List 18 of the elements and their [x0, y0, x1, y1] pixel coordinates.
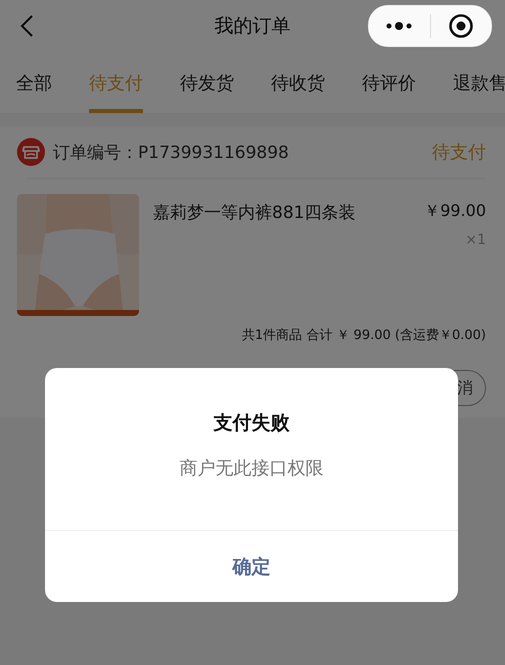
- tab[interactable]: 待评价: [362, 52, 416, 113]
- shop-icon: [17, 138, 45, 166]
- more-icon: [384, 21, 414, 31]
- tab[interactable]: 待发货: [180, 52, 234, 113]
- back-button[interactable]: [20, 14, 34, 38]
- page-title: 我的订单: [214, 14, 292, 39]
- tab[interactable]: 全部: [16, 52, 52, 113]
- dialog-title: 支付失败: [214, 411, 290, 436]
- confirm-button[interactable]: 确定: [45, 530, 458, 602]
- dialog-message: 商户无此接口权限: [180, 457, 324, 480]
- target-icon: [448, 13, 474, 39]
- order-status: 待支付: [432, 141, 486, 164]
- tab[interactable]: 退款售: [453, 52, 505, 113]
- order-number: 订单编号：P1739931169898: [53, 142, 289, 164]
- product-price: ￥99.00: [424, 201, 486, 222]
- order-summary: 共1件商品 合计 ￥ 99.00 (含运费￥0.00): [240, 327, 486, 344]
- product-name: 嘉莉梦一等内裤881四条装: [153, 202, 356, 225]
- tab[interactable]: 待收货: [271, 52, 325, 113]
